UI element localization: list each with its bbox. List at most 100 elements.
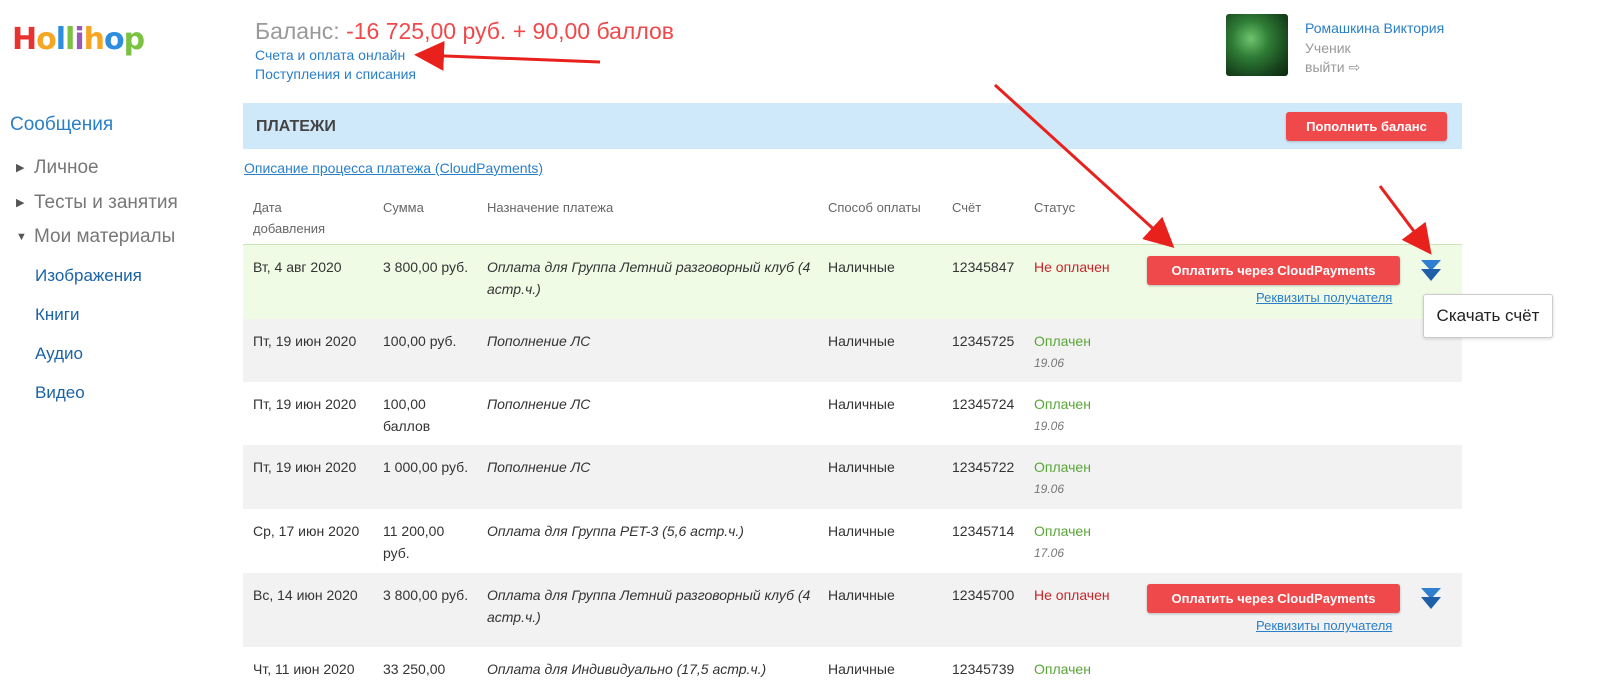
pay-cloudpayments-button[interactable]: Оплатить через CloudPayments	[1147, 584, 1400, 613]
status-text: Не оплачен	[1034, 587, 1110, 603]
logo-letter: i	[74, 22, 84, 57]
sidebar-item-label: Тесты и занятия	[34, 192, 178, 213]
sidebar-item-tests[interactable]: ▶ Тесты и занятия	[16, 192, 178, 214]
cell-amount: 1 000,00 руб.	[383, 459, 469, 475]
red-arrow-icon	[414, 40, 601, 71]
cell-method: Наличные	[828, 459, 895, 475]
sidebar-item-personal[interactable]: ▶ Личное	[16, 157, 99, 179]
table-row: Пт, 19 июн 2020 100,00 руб. Пополнение ЛС Н…	[243, 319, 1462, 382]
sidebar-subitem-video[interactable]: Видео	[35, 383, 85, 403]
cell-date: Вт, 4 авг 2020	[253, 259, 342, 275]
table-row: Ср, 17 июн 2020 11 200,00 руб. Оплата для …	[243, 509, 1462, 573]
cell-invoice: 12345847	[952, 259, 1015, 275]
topup-balance-button[interactable]: Пополнить баланс	[1286, 112, 1447, 141]
cell-amount: 100,00 баллов	[383, 396, 431, 434]
user-name[interactable]: Ромашкина Виктория	[1305, 20, 1444, 36]
cell-invoice: 12345725	[952, 333, 1015, 349]
invoices-online-link[interactable]: Счета и оплата онлайн	[255, 47, 405, 63]
cell-purpose: Оплата для Группа Летний разговорный клу…	[487, 259, 811, 297]
column-header-method: Способ оплаты	[828, 200, 921, 215]
cell-invoice: 12345722	[952, 459, 1015, 475]
cell-method: Наличные	[828, 587, 895, 603]
double-chevron-down-icon[interactable]	[1420, 586, 1442, 610]
cell-invoice: 12345724	[952, 396, 1015, 412]
cell-date: Вс, 14 июн 2020	[253, 587, 358, 603]
cell-date: Ср, 17 июн 2020	[253, 523, 360, 539]
recipient-details-link[interactable]: Реквизиты получателя	[1256, 618, 1392, 633]
cell-date: Чт, 11 июн 2020	[253, 661, 355, 677]
sidebar-item-label: Личное	[34, 157, 99, 178]
cell-date: Пт, 19 июн 2020	[253, 459, 357, 475]
status-date: 19.06	[1034, 482, 1065, 496]
table-row: Вс, 14 июн 2020 3 800,00 руб. Оплата для Г…	[243, 573, 1462, 647]
avatar[interactable]	[1226, 14, 1288, 76]
balance-label: Баланс:	[255, 18, 347, 44]
download-invoice-tooltip: Скачать счёт	[1423, 294, 1553, 338]
sidebar-item-label: Мои материалы	[34, 226, 176, 247]
column-header-date: Дата добавления	[253, 200, 326, 236]
column-header-invoice: Счёт	[952, 200, 982, 215]
cell-purpose: Оплата для Группа Летний разговорный клу…	[487, 587, 811, 625]
cell-method: Наличные	[828, 396, 895, 412]
cell-method: Наличные	[828, 523, 895, 539]
status-badge: Оплачен 19.06	[1034, 330, 1144, 374]
payment-description-link[interactable]: Описание процесса платежа (CloudPayments…	[244, 160, 543, 176]
cell-purpose: Пополнение ЛС	[487, 459, 591, 475]
cell-amount: 3 800,00 руб.	[383, 587, 469, 603]
triangle-right-icon: ▶	[16, 162, 25, 175]
sidebar-subitem-audio[interactable]: Аудио	[35, 344, 83, 364]
cell-method: Наличные	[828, 259, 895, 275]
cell-amount: 11 200,00 руб.	[383, 523, 445, 561]
cell-date: Пт, 19 июн 2020	[253, 333, 357, 349]
status-badge: Оплачен 19.06	[1034, 456, 1144, 500]
logo-letter: o	[36, 22, 57, 57]
table-row: Пт, 19 июн 2020 100,00 баллов Пополнение Л…	[243, 382, 1462, 445]
double-chevron-down-icon[interactable]	[1420, 258, 1442, 282]
pay-cloudpayments-button[interactable]: Оплатить через CloudPayments	[1147, 256, 1400, 285]
column-header-purpose: Назначение платежа	[487, 200, 614, 215]
status-date: 19.06	[1034, 356, 1065, 370]
cell-invoice: 12345739	[952, 661, 1015, 677]
cell-amount: 33 250,00	[383, 661, 446, 677]
cell-purpose: Оплата для Группа PET-3 (5,6 астр.ч.)	[487, 523, 744, 539]
hollihop-logo[interactable]: Hollihop	[12, 22, 146, 57]
cell-amount: 100,00 руб.	[383, 333, 457, 349]
table-row: Пт, 19 июн 2020 1 000,00 руб. Пополнение Л…	[243, 445, 1462, 509]
user-role: Ученик	[1305, 40, 1351, 56]
logout-link[interactable]: выйти ⇨	[1305, 59, 1360, 76]
cell-purpose: Пополнение ЛС	[487, 396, 591, 412]
logo-letter: l	[55, 22, 66, 57]
logo-letter: p	[123, 22, 146, 57]
cell-purpose: Пополнение ЛС	[487, 333, 591, 349]
status-badge: Оплачен 17.06	[1034, 520, 1144, 564]
sidebar-subitem-books[interactable]: Книги	[35, 305, 79, 325]
balance: Баланс: -16 725,00 руб. + 90,00 баллов	[255, 18, 674, 45]
status-text: Оплачен	[1034, 333, 1091, 349]
column-header-status: Статус	[1034, 200, 1076, 215]
status-text: Оплачен	[1034, 396, 1091, 412]
cell-invoice: 12345714	[952, 523, 1015, 539]
logo-letter: H	[12, 22, 37, 57]
balance-value: -16 725,00 руб. + 90,00 баллов	[346, 18, 675, 44]
status-text: Оплачен	[1034, 661, 1091, 677]
status-text: Не оплачен	[1034, 259, 1110, 275]
cell-invoice: 12345700	[952, 587, 1015, 603]
status-badge: Не оплачен	[1034, 256, 1144, 278]
income-expense-link[interactable]: Поступления и списания	[255, 66, 416, 82]
status-badge: Оплачен 19.06	[1034, 393, 1144, 437]
triangle-down-icon: ▼	[16, 230, 27, 243]
status-text: Оплачен	[1034, 523, 1091, 539]
sidebar-item-materials[interactable]: ▼ Мои материалы	[16, 226, 175, 248]
status-badge: Оплачен	[1034, 658, 1144, 680]
column-header-amount: Сумма	[383, 200, 424, 215]
sidebar-subitem-images[interactable]: Изображения	[35, 266, 142, 286]
table-row: Вт, 4 авг 2020 3 800,00 руб. Оплата для Гр…	[243, 244, 1462, 320]
cell-method: Наличные	[828, 333, 895, 349]
payments-panel-header: ПЛАТЕЖИ Пополнить баланс	[243, 103, 1462, 149]
logo-letter: l	[65, 22, 75, 57]
triangle-right-icon: ▶	[16, 197, 25, 210]
recipient-details-link[interactable]: Реквизиты получателя	[1256, 290, 1392, 305]
status-date: 17.06	[1034, 546, 1065, 560]
logo-letter: o	[103, 22, 125, 57]
sidebar-messages[interactable]: Сообщения	[10, 114, 113, 136]
